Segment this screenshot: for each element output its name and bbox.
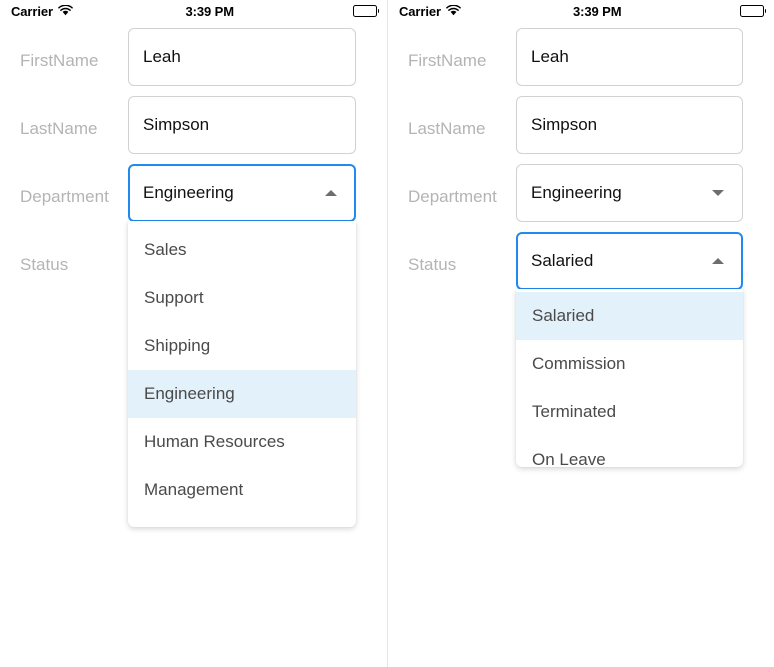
dropdown-option[interactable]: On Leave (516, 436, 743, 467)
status-select[interactable]: Salaried (516, 232, 743, 290)
status-bar-left-group: Carrier (399, 4, 461, 19)
status-bar-right-group (352, 5, 379, 17)
dropdown-option[interactable]: Management (128, 466, 356, 514)
form-row-status: Status Salaried Salaried Commission Term… (388, 232, 774, 467)
firstname-label: FirstName (408, 51, 487, 70)
status-bar-left-group: Carrier (11, 4, 73, 19)
employee-form-left: FirstName Leah LastName Simpson Departme… (0, 22, 387, 527)
lastname-control: Simpson (516, 96, 743, 154)
status-dropdown-list[interactable]: Salaried Commission Terminated On Leave (516, 289, 743, 467)
status-label: Status (408, 255, 457, 274)
dropdown-option[interactable]: Terminated (516, 388, 743, 436)
form-row-lastname: LastName Simpson (0, 96, 387, 164)
carrier-label: Carrier (399, 3, 441, 19)
firstname-input[interactable]: Leah (128, 28, 356, 86)
status-selected-value: Salaried (531, 251, 594, 270)
clock-label: 3:39 PM (185, 3, 235, 19)
status-label: Status (20, 255, 69, 274)
dropdown-option[interactable]: Support (128, 274, 356, 322)
chevron-up-icon (712, 258, 724, 264)
department-select[interactable]: Engineering (516, 164, 743, 222)
status-bar-left: Carrier 3:39 PM (0, 0, 387, 22)
chevron-up-icon (325, 190, 337, 196)
status-control: Salaried Salaried Commission Terminated … (516, 232, 743, 467)
firstname-value: Leah (531, 47, 569, 66)
lastname-label: LastName (20, 119, 98, 138)
dropdown-option[interactable]: Human Resources (128, 418, 356, 466)
firstname-input[interactable]: Leah (516, 28, 743, 86)
form-row-firstname: FirstName Leah (0, 28, 387, 96)
status-bar-right: Carrier 3:39 PM (388, 0, 774, 22)
department-control: Engineering (516, 164, 743, 222)
battery-full-icon (739, 5, 766, 17)
form-row-department: Department Engineering Sales Support Shi… (0, 164, 387, 527)
wifi-icon (446, 4, 461, 19)
dropdown-option[interactable]: Sales (128, 226, 356, 274)
clock-label: 3:39 PM (573, 3, 622, 19)
dropdown-option[interactable]: Shipping (128, 322, 356, 370)
department-selected-value: Engineering (531, 183, 622, 202)
right-phone-screen: Carrier 3:39 PM FirstName Leah LastName … (387, 0, 774, 667)
wifi-icon (58, 4, 73, 19)
department-selected-value: Engineering (143, 183, 234, 202)
lastname-label: LastName (408, 119, 486, 138)
status-bar-right-group (739, 5, 766, 17)
dual-screen-comparison: Carrier 3:39 PM FirstName Leah LastName … (0, 0, 774, 667)
firstname-control: Leah (128, 28, 356, 86)
department-label: Department (408, 187, 497, 206)
form-row-firstname: FirstName Leah (388, 28, 774, 96)
form-row-lastname: LastName Simpson (388, 96, 774, 164)
department-dropdown-list[interactable]: Sales Support Shipping Engineering Human… (128, 221, 356, 527)
department-option-list: Sales Support Shipping Engineering Human… (128, 221, 356, 514)
lastname-control: Simpson (128, 96, 356, 154)
firstname-control: Leah (516, 28, 743, 86)
lastname-input[interactable]: Simpson (128, 96, 356, 154)
department-label: Department (20, 187, 109, 206)
carrier-label: Carrier (11, 3, 53, 19)
dropdown-option-selected[interactable]: Salaried (516, 292, 743, 340)
form-row-department: Department Engineering (388, 164, 774, 232)
department-control: Engineering Sales Support Shipping Engin… (128, 164, 356, 527)
dropdown-option-selected[interactable]: Engineering (128, 370, 356, 418)
status-option-list: Salaried Commission Terminated On Leave (516, 289, 743, 467)
left-phone-screen: Carrier 3:39 PM FirstName Leah LastName … (0, 0, 387, 667)
firstname-value: Leah (143, 47, 181, 66)
employee-form-right: FirstName Leah LastName Simpson Departme… (388, 22, 774, 467)
battery-full-icon (352, 5, 379, 17)
lastname-value: Simpson (531, 115, 598, 134)
lastname-value: Simpson (143, 115, 210, 134)
dropdown-option[interactable]: Commission (516, 340, 743, 388)
firstname-label: FirstName (20, 51, 99, 70)
chevron-down-icon (712, 190, 724, 196)
lastname-input[interactable]: Simpson (516, 96, 743, 154)
department-select[interactable]: Engineering (128, 164, 356, 222)
